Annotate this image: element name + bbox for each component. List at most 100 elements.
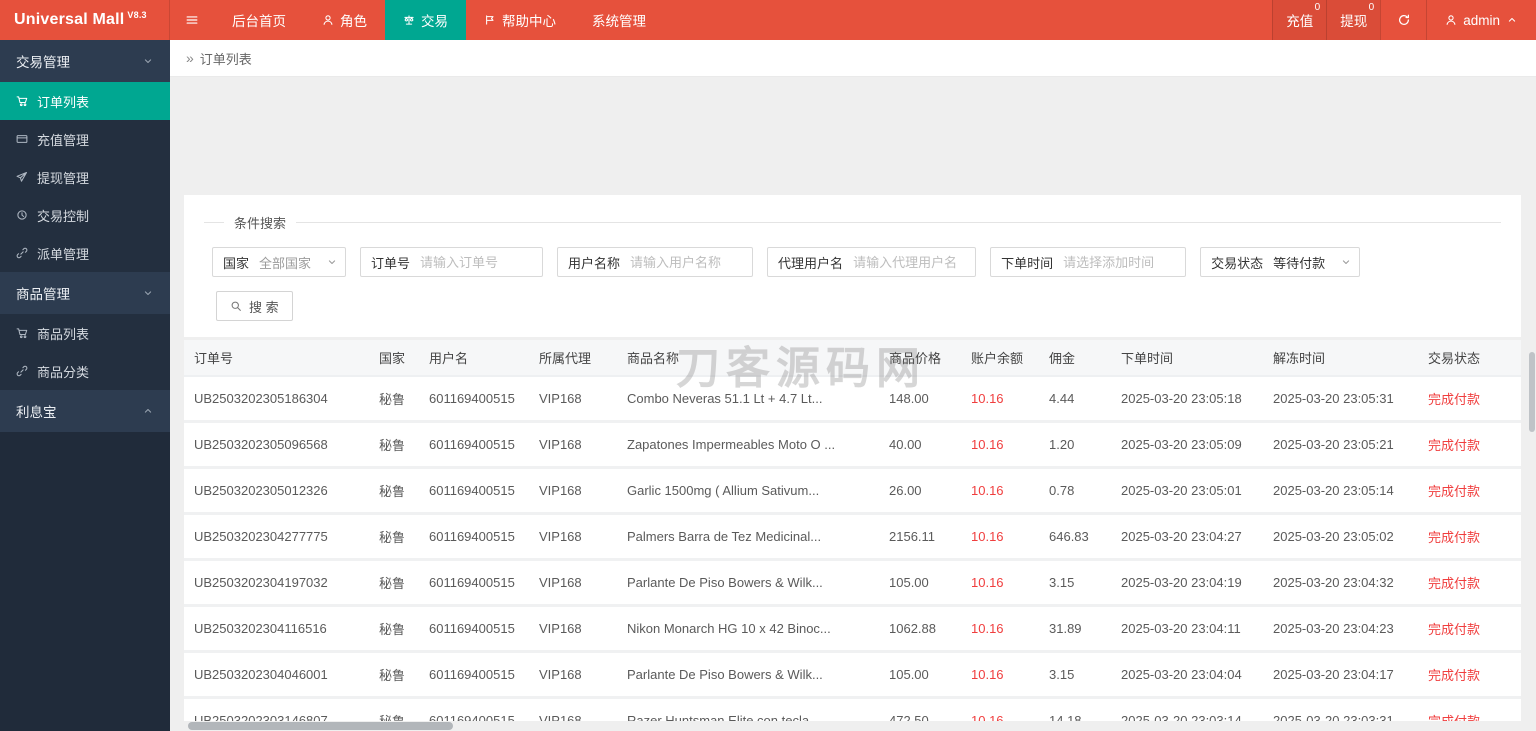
sidebar: 交易管理 订单列表 充值管理 提现管理 交易控制 派单管理 商品管理 商品列表 …: [0, 40, 170, 731]
user-name-input[interactable]: [630, 249, 753, 275]
sidebar-item-label: 商品分类: [37, 364, 90, 380]
cell-product-name: Zapatones Impermeables Moto O ...: [617, 421, 879, 469]
cell-product-name: Parlante De Piso Bowers & Wilk...: [617, 651, 879, 699]
sidebar-group-trade-management[interactable]: 交易管理: [0, 40, 170, 82]
order-no-filter: 订单号: [360, 247, 544, 277]
order-time-filter-label: 下单时间: [1001, 255, 1054, 271]
cell-trade-status: 完成付款: [1418, 651, 1521, 699]
sidebar-item-trade-control[interactable]: 交易控制: [0, 196, 170, 234]
col-account-balance: 账户余额: [961, 340, 1039, 377]
search-icon: [230, 300, 242, 312]
recharge-label: 充值: [1286, 14, 1314, 29]
search-panel: 条件搜索 国家 全部国家 订单号 用户名称: [184, 195, 1521, 337]
cell-unfreeze-time: 2025-03-20 23:05:21: [1263, 421, 1418, 469]
agent-name-filter: 代理用户名: [767, 247, 977, 277]
cell-order-no: UB2503202304197032: [184, 559, 369, 607]
recharge-button[interactable]: 充值 0: [1272, 0, 1327, 40]
cell-order-time: 2025-03-20 23:04:19: [1111, 559, 1263, 607]
order-no-input[interactable]: [420, 249, 543, 275]
order-time-filter: 下单时间: [990, 247, 1187, 277]
cell-username: 601169400515: [419, 559, 529, 607]
trade-status-select-value: 等待付款: [1273, 255, 1326, 271]
cell-commission: 4.44: [1039, 376, 1111, 423]
cart-icon: [16, 327, 28, 339]
cell-commission: 1.20: [1039, 421, 1111, 469]
horizontal-scrollbar-thumb[interactable]: [188, 722, 453, 730]
withdraw-badge: 0: [1368, 2, 1375, 13]
nav-roles-label: 角色: [340, 14, 367, 29]
app-logo: Universal Mall V8.3: [0, 0, 170, 40]
nav-item-roles[interactable]: 角色: [304, 0, 385, 40]
cell-unfreeze-time: 2025-03-20 23:05:14: [1263, 467, 1418, 515]
sidebar-group-label: 利息宝: [16, 405, 57, 420]
cell-order-no: UB2503202304116516: [184, 605, 369, 653]
sidebar-item-withdraw-management[interactable]: 提现管理: [0, 158, 170, 196]
refresh-button[interactable]: [1380, 0, 1426, 40]
cell-product-name: Garlic 1500mg ( Allium Sativum...: [617, 467, 879, 515]
cell-account-balance: 10.16: [961, 559, 1039, 607]
cell-country: 秘鲁: [369, 651, 419, 699]
order-time-input[interactable]: [1063, 249, 1186, 275]
cell-order-time: 2025-03-20 23:05:18: [1111, 376, 1263, 423]
table-row: UB2503202305096568 秘鲁 601169400515 VIP16…: [184, 421, 1521, 469]
cell-product-name: Parlante De Piso Bowers & Wilk...: [617, 559, 879, 607]
sidebar-item-label: 交易控制: [37, 208, 90, 224]
vertical-scrollbar-thumb[interactable]: [1529, 352, 1535, 432]
cell-trade-status: 完成付款: [1418, 467, 1521, 515]
col-username: 用户名: [419, 340, 529, 377]
country-select[interactable]: 全部国家: [259, 253, 345, 272]
trade-status-filter-label: 交易状态: [1211, 255, 1264, 271]
cell-trade-status: 完成付款: [1418, 559, 1521, 607]
cell-country: 秘鲁: [369, 605, 419, 653]
sidebar-group-label: 交易管理: [16, 55, 70, 70]
cell-product-price: 105.00: [879, 559, 961, 607]
table-row: UB2503202305186304 秘鲁 601169400515 VIP16…: [184, 376, 1521, 423]
cell-username: 601169400515: [419, 651, 529, 699]
agent-name-input[interactable]: [853, 249, 976, 275]
nav-item-trade[interactable]: 交易: [385, 0, 466, 40]
nav-help-label: 帮助中心: [502, 14, 556, 29]
cell-agent: VIP168: [529, 513, 617, 561]
sidebar-item-dispatch-management[interactable]: 派单管理: [0, 234, 170, 272]
col-order-no: 订单号: [184, 340, 369, 377]
trade-status-select[interactable]: 等待付款: [1273, 253, 1359, 272]
breadcrumb: » 订单列表: [170, 40, 1536, 77]
sidebar-group-interest-treasure[interactable]: 利息宝: [0, 390, 170, 432]
nav-item-system[interactable]: 系统管理: [574, 0, 664, 40]
scales-icon: [403, 14, 415, 26]
search-button[interactable]: 搜 索: [216, 291, 293, 321]
withdraw-button[interactable]: 提现 0: [1326, 0, 1381, 40]
sidebar-toggle-button[interactable]: [170, 0, 214, 40]
sidebar-group-product-management[interactable]: 商品管理: [0, 272, 170, 314]
sidebar-item-product-category[interactable]: 商品分类: [0, 352, 170, 390]
chevron-up-icon: [1506, 14, 1518, 26]
cell-unfreeze-time: 2025-03-20 23:04:17: [1263, 651, 1418, 699]
cell-order-time: 2025-03-20 23:04:27: [1111, 513, 1263, 561]
horizontal-scrollbar-track[interactable]: [170, 721, 1536, 731]
country-filter-label: 国家: [223, 255, 250, 271]
cell-order-time: 2025-03-20 23:04:04: [1111, 651, 1263, 699]
cell-order-time: 2025-03-20 23:05:09: [1111, 421, 1263, 469]
user-menu[interactable]: admin: [1426, 0, 1536, 40]
nav-item-home[interactable]: 后台首页: [214, 0, 304, 40]
search-fieldset: 条件搜索 国家 全部国家 订单号 用户名称: [204, 213, 1501, 321]
nav-home-label: 后台首页: [232, 14, 286, 29]
cell-country: 秘鲁: [369, 467, 419, 515]
cell-agent: VIP168: [529, 467, 617, 515]
col-unfreeze-time: 解冻时间: [1263, 340, 1418, 377]
col-commission: 佣金: [1039, 340, 1111, 377]
cell-account-balance: 10.16: [961, 467, 1039, 515]
sidebar-item-label: 充值管理: [37, 132, 90, 148]
sidebar-item-product-list[interactable]: 商品列表: [0, 314, 170, 352]
orders-table-panel: 刀客源码网 订单号 国家 用户名 所属代理 商品名称 商品价格 账户余额 佣金 …: [184, 340, 1521, 731]
nav-item-help[interactable]: 帮助中心: [466, 0, 574, 40]
cell-country: 秘鲁: [369, 376, 419, 423]
sidebar-item-recharge-management[interactable]: 充值管理: [0, 120, 170, 158]
sidebar-item-order-list[interactable]: 订单列表: [0, 82, 170, 120]
nav-trade-label: 交易: [421, 14, 448, 29]
cell-agent: VIP168: [529, 376, 617, 423]
top-nav: 后台首页 角色 交易 帮助中心 系统管理: [214, 0, 664, 40]
cell-product-name: Nikon Monarch HG 10 x 42 Binoc...: [617, 605, 879, 653]
sidebar-item-label: 订单列表: [37, 94, 90, 110]
cell-account-balance: 10.16: [961, 421, 1039, 469]
